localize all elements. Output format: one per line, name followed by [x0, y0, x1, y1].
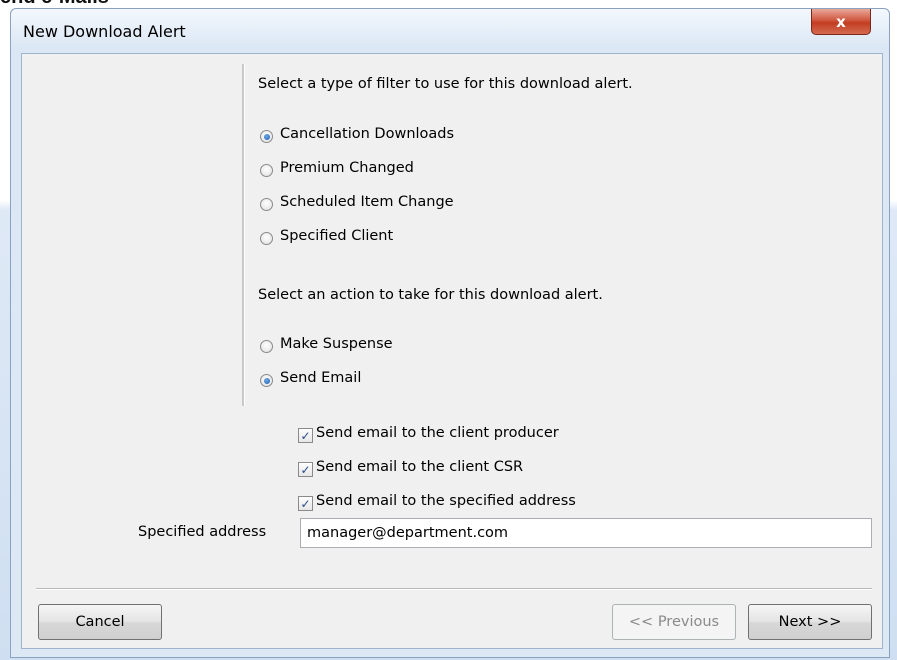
radio-specified-client[interactable] — [260, 232, 273, 245]
check-icon: ✓ — [300, 496, 311, 511]
filter-option-label: Specified Client — [280, 228, 394, 244]
dialog-content: Select a type of filter to use for this … — [21, 53, 883, 649]
radio-premium-changed[interactable] — [260, 164, 273, 177]
action-prompt: Select an action to take for this downlo… — [258, 287, 603, 303]
radio-make-suspense[interactable] — [260, 340, 273, 353]
checkbox-client-csr[interactable]: ✓ — [298, 462, 313, 477]
filter-option-label: Cancellation Downloads — [280, 126, 455, 142]
filter-option-label: Scheduled Item Change — [280, 194, 454, 210]
specified-address-label: Specified address — [138, 524, 267, 540]
action-option-label: Make Suspense — [280, 336, 393, 352]
checkbox-specified-address[interactable]: ✓ — [298, 496, 313, 511]
next-button[interactable]: Next >> — [748, 604, 872, 640]
vertical-divider — [242, 64, 245, 406]
checkbox-client-producer[interactable]: ✓ — [298, 428, 313, 443]
close-icon: x — [836, 12, 846, 31]
action-option-label: Send Email — [280, 370, 362, 386]
email-option-label: Send email to the client CSR — [316, 459, 524, 475]
title-bar[interactable]: New Download Alert x — [11, 9, 889, 53]
previous-button[interactable]: << Previous — [612, 604, 736, 640]
radio-cancellation-downloads[interactable] — [260, 130, 273, 143]
email-option-label: Send email to the specified address — [316, 493, 576, 509]
filter-prompt: Select a type of filter to use for this … — [258, 76, 633, 92]
specified-address-input[interactable] — [300, 518, 872, 548]
dialog-title: New Download Alert — [23, 22, 186, 41]
new-download-alert-dialog: New Download Alert x Select a type of fi… — [10, 8, 890, 658]
check-icon: ✓ — [300, 462, 311, 477]
radio-scheduled-item-change[interactable] — [260, 198, 273, 211]
horizontal-divider — [36, 588, 872, 590]
close-button[interactable]: x — [811, 9, 871, 35]
cancel-button[interactable]: Cancel — [38, 604, 162, 640]
filter-option-label: Premium Changed — [280, 160, 414, 176]
email-option-label: Send email to the client producer — [316, 425, 559, 441]
radio-send-email[interactable] — [260, 374, 273, 387]
check-icon: ✓ — [300, 428, 311, 443]
